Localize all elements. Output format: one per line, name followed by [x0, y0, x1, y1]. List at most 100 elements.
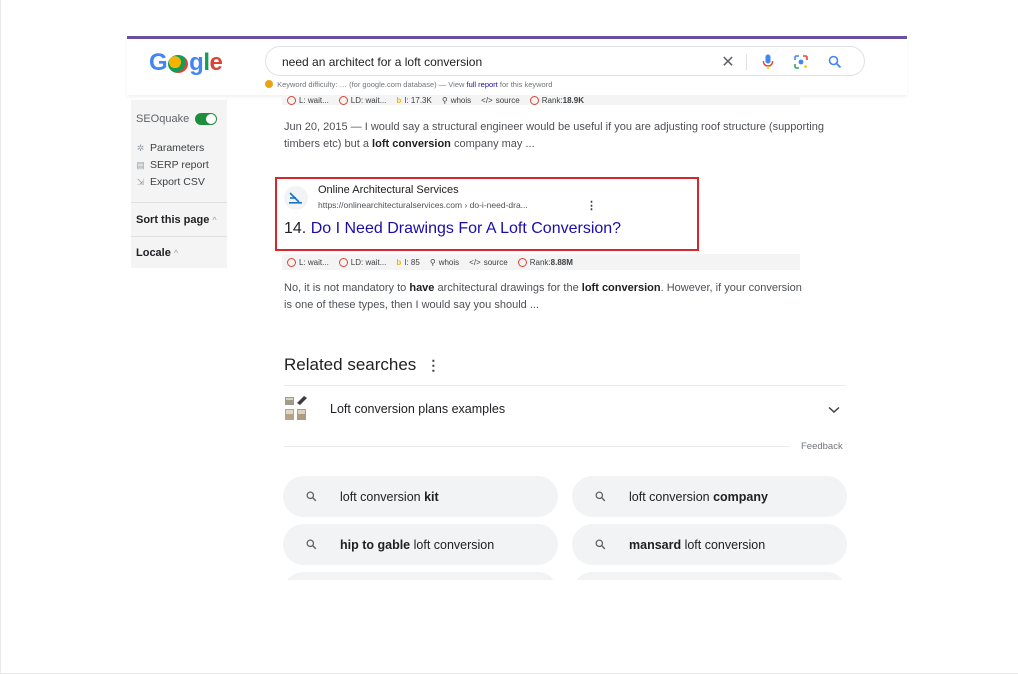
seoquake-bar-top: L: wait... LD: wait... b I: 17.3K ⚲ whois … — [282, 95, 800, 105]
sidebar-divider — [131, 202, 227, 203]
doodle-icon — [168, 55, 189, 73]
seo-rank-label: Rank: — [541, 96, 563, 105]
related-chip[interactable]: hip to gable loft conversion — [283, 524, 558, 565]
chip-text: loft conversion — [340, 489, 425, 504]
search-icon — [306, 539, 320, 550]
chip-label: hip to gable loft conversion — [340, 538, 494, 552]
export-icon: ⇲ — [136, 176, 145, 187]
code-icon: </> — [481, 96, 493, 105]
result-title-link[interactable]: Do I Need Drawings For A Loft Conversion… — [311, 220, 621, 237]
search-header: G g l e ✕ Keyword difficulty: … (for goo… — [127, 39, 907, 95]
person-icon: ⚲ — [429, 257, 436, 267]
seoquake-icon — [265, 80, 273, 88]
snippet-date: Jun 20, 2015 — [284, 121, 348, 133]
sidebar-item-export-csv[interactable]: ⇲ Export CSV — [136, 176, 205, 188]
ring-icon — [338, 96, 348, 105]
clear-icon[interactable]: ✕ — [720, 53, 736, 71]
search-input[interactable] — [282, 53, 702, 70]
architecture-icon — [289, 192, 302, 204]
locale-label: Locale — [136, 247, 171, 259]
ring-icon — [287, 257, 296, 267]
chip-bold: kit — [424, 489, 439, 504]
locale[interactable]: Locale ^ — [136, 247, 178, 259]
full-report-link[interactable]: full report — [467, 80, 498, 89]
seo-source[interactable]: </> source — [481, 96, 520, 105]
chevron-down-icon[interactable] — [828, 401, 840, 417]
feedback-link[interactable]: Feedback — [801, 441, 843, 452]
seo-rank-label: Rank: — [529, 257, 551, 267]
seo-rank[interactable]: Rank: 18.9K — [529, 96, 584, 105]
seo-bing[interactable]: b I: 85 — [396, 258, 419, 267]
seo-l[interactable]: L: wait... — [287, 96, 329, 105]
snippet-text: — I would say a structural engineer woul… — [284, 121, 824, 150]
related-chip[interactable] — [283, 572, 558, 580]
search-icon[interactable] — [826, 53, 844, 71]
keyword-difficulty-line: Keyword difficulty: … (for google.com da… — [265, 80, 552, 89]
seo-ld-text: LD: wait... — [350, 96, 387, 105]
seoquake-sidebar: SEOquake ✲ Parameters ▤ SERP report ⇲ Ex… — [131, 100, 227, 268]
related-heading-text: Related searches — [284, 355, 417, 374]
sidebar-item-parameters[interactable]: ✲ Parameters — [136, 142, 205, 154]
kd-prefix: Keyword difficulty: — [277, 80, 340, 89]
sidebar-item-serp-report[interactable]: ▤ SERP report — [136, 159, 209, 171]
chip-bold: hip to gable — [340, 537, 411, 552]
related-chip[interactable] — [572, 572, 847, 580]
search-icon — [306, 491, 320, 502]
google-logo[interactable]: G g l e — [149, 49, 223, 77]
logo-letter-e: e — [209, 49, 223, 76]
seo-source-text: source — [495, 96, 520, 105]
seo-whois[interactable]: ⚲ whois — [430, 258, 459, 267]
related-divider — [284, 446, 790, 447]
seo-ld[interactable]: LD: wait... — [338, 257, 386, 267]
seo-source[interactable]: </> source — [469, 258, 508, 267]
result-url[interactable]: https://onlinearchitecturalservices.com … — [318, 200, 528, 210]
seo-l-text: L: wait... — [299, 96, 329, 105]
seo-whois-text: whois — [450, 96, 472, 105]
chip-label: loft conversion company — [629, 490, 768, 504]
search-icon — [595, 491, 609, 502]
seo-ld[interactable]: LD: wait... — [338, 96, 387, 105]
more-options-icon[interactable]: ⋮ — [426, 357, 440, 373]
gear-icon: ✲ — [136, 142, 145, 153]
seo-source-text: source — [483, 257, 508, 267]
logo-letter-g2: g — [189, 49, 204, 76]
related-divider — [284, 385, 846, 386]
related-chip[interactable]: loft conversion company — [572, 476, 847, 517]
sidebar-item-label: SERP report — [150, 159, 209, 171]
seoquake-bar-result: L: wait... LD: wait... b I: 85 ⚲ whois </>… — [282, 254, 800, 270]
result-snippet-top: Jun 20, 2015 — I would say a structural … — [284, 119, 824, 153]
chip-bold: company — [713, 489, 768, 504]
snippet-bold: loft conversion — [581, 282, 661, 294]
seo-bing[interactable]: b I: 17.3K — [396, 96, 431, 105]
more-options-icon[interactable]: ⋮ — [586, 199, 597, 212]
seo-whois-text: whois — [438, 257, 460, 267]
ring-icon — [287, 96, 296, 105]
seo-whois[interactable]: ⚲ whois — [442, 96, 471, 105]
lens-icon[interactable] — [792, 53, 810, 71]
seo-l[interactable]: L: wait... — [287, 257, 329, 267]
microphone-icon[interactable] — [760, 53, 776, 71]
related-chip[interactable]: loft conversion kit — [283, 476, 558, 517]
related-item-label[interactable]: Loft conversion plans examples — [330, 402, 505, 416]
list-icon: ▤ — [136, 159, 145, 170]
result-site-name[interactable]: Online Architectural Services — [318, 184, 459, 196]
plans-thumbnail-icon — [284, 395, 316, 423]
bing-icon: b — [396, 257, 402, 267]
chips-clipped-row — [280, 572, 850, 580]
snippet-text: No, it is not mandatory to — [284, 282, 410, 294]
snippet-text: architectural drawings for the — [434, 282, 582, 294]
seo-rank-value: 8.88M — [550, 257, 573, 267]
seo-rank[interactable]: Rank: 8.88M — [517, 257, 573, 267]
ring-icon — [529, 96, 539, 105]
sort-this-page[interactable]: Sort this page ^ — [136, 214, 217, 226]
result-title-row: 14. Do I Need Drawings For A Loft Conver… — [284, 220, 621, 238]
related-searches-heading: Related searches ⋮ — [284, 355, 440, 375]
related-chip[interactable]: mansard loft conversion — [572, 524, 847, 565]
kd-middle: (for google.com database) — View — [349, 80, 467, 89]
ring-icon — [517, 257, 527, 267]
chip-text: loft conversion — [681, 537, 766, 552]
chip-bold: mansard — [629, 537, 682, 552]
seo-bing-text: I: 85 — [404, 257, 420, 267]
seoquake-toggle[interactable] — [195, 113, 218, 125]
result-number: 14. — [284, 220, 307, 237]
